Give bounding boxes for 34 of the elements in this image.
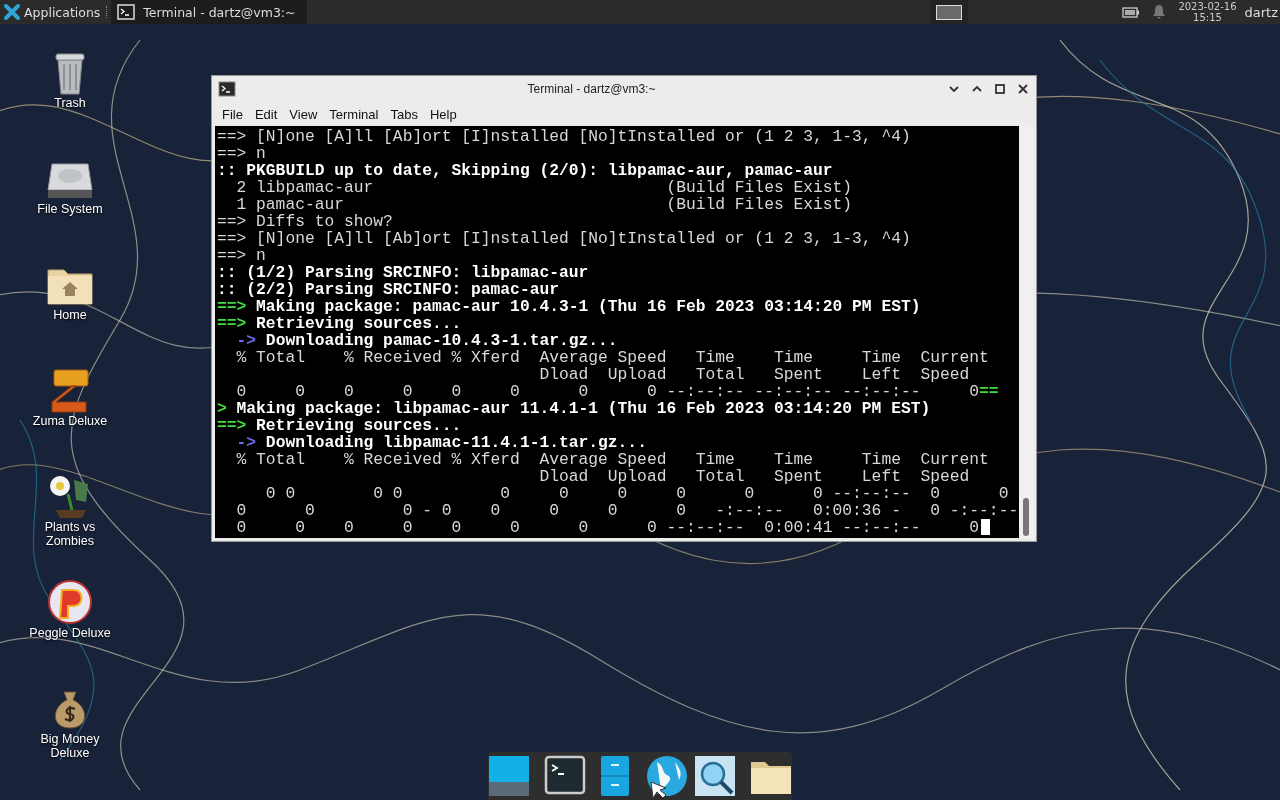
desktop-icon[interactable]: Plants vs Zombies [15,472,125,578]
desktop-icon[interactable]: Trash [15,48,125,154]
menu-item[interactable]: Terminal [323,106,385,122]
scrollbar[interactable] [1019,126,1033,538]
close-icon[interactable] [1016,82,1030,96]
clock[interactable]: 2023-02-16 15:15 [1178,1,1237,23]
battery-icon [1122,6,1141,18]
bell-icon [1152,4,1167,20]
desktop-icon[interactable]: Zuma Deluxe [15,366,125,472]
taskbar-button[interactable]: Terminal - dartz@vm3:~ [111,0,308,24]
menu-item[interactable]: Edit [248,106,284,122]
menu-item[interactable]: Help [423,106,463,122]
applications-menu[interactable]: Applications [0,0,105,24]
menu-item[interactable]: File [216,106,249,122]
workspace-switcher[interactable] [930,0,969,24]
desktop-icon[interactable]: Big Money Deluxe [15,684,125,790]
scrollbar-thumb[interactable] [1023,498,1029,536]
desktop-icon[interactable]: Home [15,260,125,366]
terminal-icon [117,4,136,20]
window-title: Terminal - dartz@vm3:~ [526,82,657,96]
maximize-icon[interactable] [993,82,1007,96]
show-desktop-icon[interactable] [487,754,531,798]
menu-item[interactable]: Tabs [384,106,424,122]
text-cursor [981,519,991,535]
terminal-output: ==> [N]one [A]ll [Ab]ort [I]nstalled [No]tInstalled or (1 2 3, 1-3, ^4) ==> n :: PKGBUILD up to date, Skipping (2/0): libpamac-aur, pamac-aur 2 libpamac-aur (Build Files Exist) 1 pamac-aur (Build Files Exist) ==> Diffs to show? ==> [N]one [A]ll [Ab]ort [I]nstalled [No]tInstalled or (1 2 3, 1-3, ^4) ==> n :: (1/2) Parsing SRCINFO: libpamac-aur :: (2/2) Parsing SRCINFO: pamac-aur ==> Making package: pamac-aur 10.4.3-1 (Thu 16 Feb 2023 03:14:20 PM EST) ==> Retrieving sources... -> Downloading pamac-10.4.3-1.tar.gz... % Total % Received % Xferd Average Speed Time Time Time Current Dload Upload Total Spent Left Speed 0 0 0 0 0 0 0 0 --:--:-- --:--:-- --:--:-- 0== > Making package: libpamac-aur 11.4.1-1 (Thu 16 Feb 2023 03:14:20 PM EST) ==> Retrieving sources... -> Downloading libpamac-11.4.1-1.tar.gz... % Total % Received % Xferd Average Speed Time Time Time Current Dload Upload Total Spent Left Speed 0 0 0 0 0 0 0 0 0 0 --:--:-- 0 0 0 0 0 - 0 0 0 0 0 -:--:-- 0:00:36 - 0 -:--:-- 0 0 0 0 0 0 0 0 --:--:-- 0:00:41 --:--:-- 0 [216,126,1019,538]
game-ball-icon [46,578,94,626]
workspace-thumbnail[interactable] [936,4,963,20]
desktop-icon[interactable]: File System [15,154,125,260]
search-icon[interactable] [693,754,737,798]
desktop-icon[interactable]: Peggle Deluxe [15,578,125,684]
menu-item[interactable]: View [283,106,324,122]
user-name[interactable]: dartz [1244,4,1280,20]
cross-icon [4,4,20,20]
terminal-icon [218,81,236,97]
